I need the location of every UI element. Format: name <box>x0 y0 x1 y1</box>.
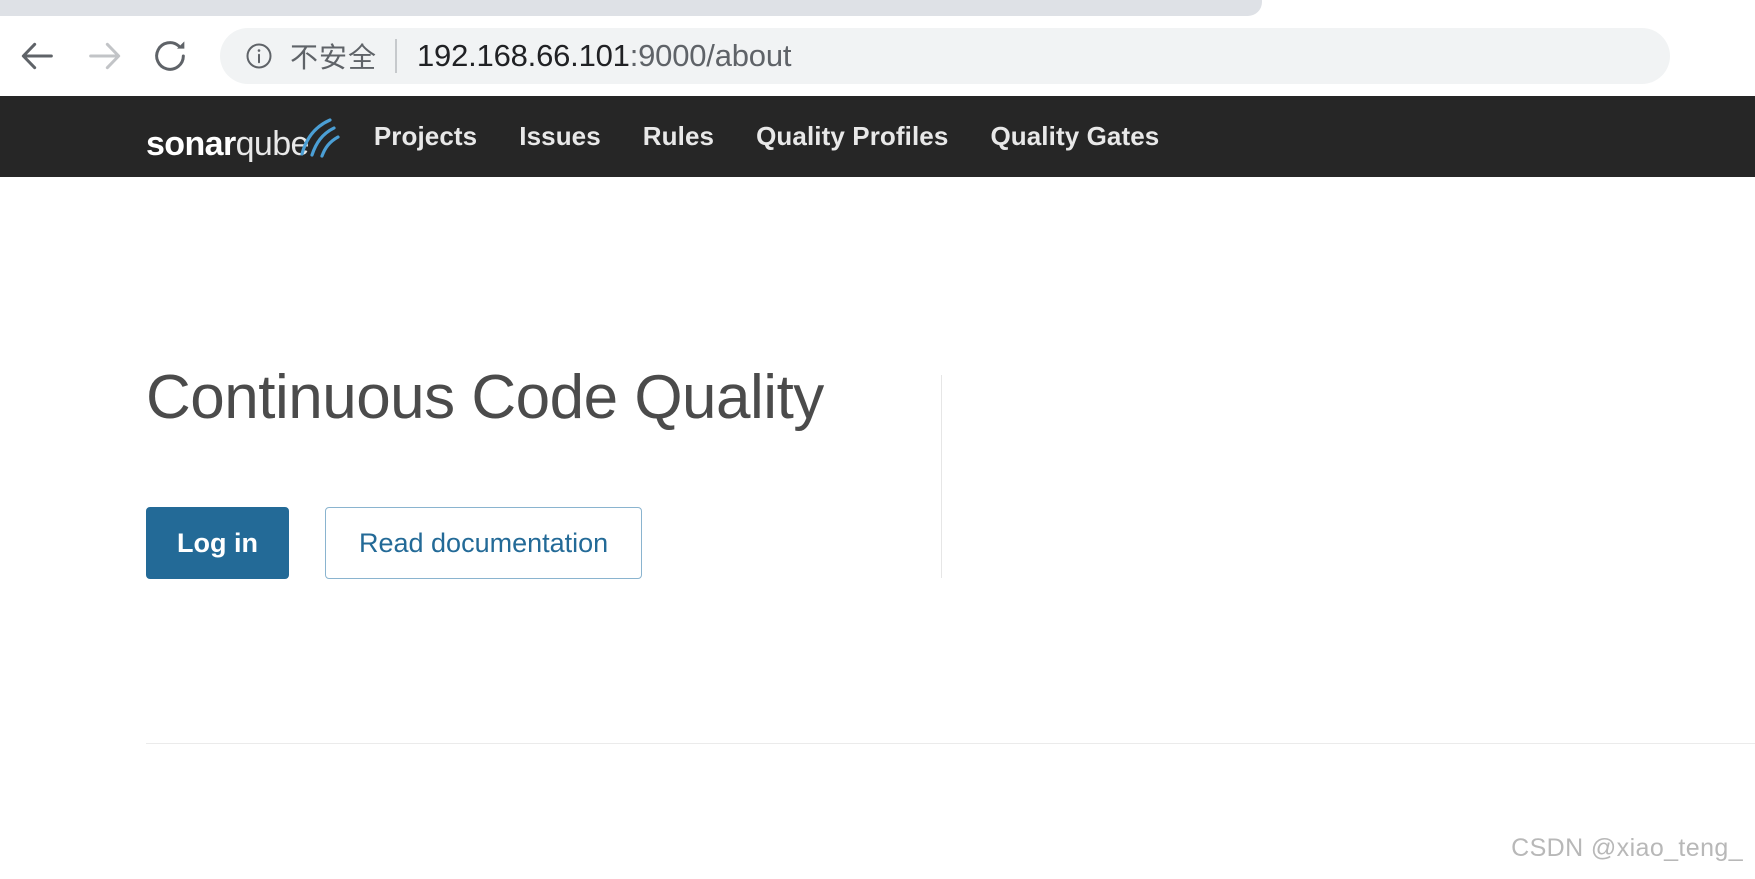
url-host: 192.168.66.101 <box>417 38 630 73</box>
hero-action-buttons: Log in Read documentation <box>146 507 643 579</box>
logo-word-sonar: sonar <box>146 124 236 163</box>
watermark-text: CSDN @xiao_teng_ <box>1511 834 1743 862</box>
nav-item-issues[interactable]: Issues <box>498 121 622 152</box>
section-divider <box>146 743 1755 744</box>
sonar-wave-icon <box>296 113 344 159</box>
nav-item-rules[interactable]: Rules <box>622 121 735 152</box>
browser-chrome: 不安全 192.168.66.101:9000/about <box>0 0 1755 96</box>
page-title: Continuous Code Quality <box>146 363 824 432</box>
address-bar[interactable]: 不安全 192.168.66.101:9000/about <box>220 28 1670 84</box>
nav-item-quality-gates[interactable]: Quality Gates <box>969 121 1180 152</box>
sonarqube-main-menu: Projects Issues Rules Quality Profiles Q… <box>353 121 1181 152</box>
nav-item-label: Quality Gates <box>990 121 1160 151</box>
forward-arrow-icon <box>84 36 124 76</box>
nav-item-label: Rules <box>642 121 715 151</box>
read-documentation-button[interactable]: Read documentation <box>324 507 643 579</box>
hero-vertical-divider <box>941 375 942 578</box>
sonarqube-navbar: sonarqube Projects Issues Rules Quality … <box>0 96 1755 177</box>
reload-button[interactable] <box>142 28 198 84</box>
sonarqube-logo[interactable]: sonarqube <box>146 113 340 161</box>
security-status-label: 不安全 <box>290 42 378 73</box>
login-button[interactable]: Log in <box>146 507 289 579</box>
forward-button[interactable] <box>76 28 132 84</box>
nav-item-quality-profiles[interactable]: Quality Profiles <box>735 121 969 152</box>
nav-item-label: Issues <box>519 121 601 151</box>
info-circle-icon[interactable] <box>244 41 274 71</box>
reload-icon <box>150 36 190 76</box>
url-path: :9000/about <box>629 38 792 73</box>
sonarqube-logo-text: sonarqube <box>146 127 309 161</box>
url-text: 192.168.66.101:9000/about <box>417 38 791 74</box>
login-button-label: Log in <box>177 528 258 558</box>
browser-toolbar: 不安全 192.168.66.101:9000/about <box>0 16 1755 96</box>
back-button[interactable] <box>10 28 66 84</box>
about-page: Continuous Code Quality Log in Read docu… <box>0 177 1755 879</box>
nav-item-label: Quality Profiles <box>756 121 949 151</box>
nav-item-projects[interactable]: Projects <box>353 121 498 152</box>
omnibox-separator <box>395 39 398 73</box>
nav-item-label: Projects <box>373 121 478 151</box>
read-documentation-label: Read documentation <box>358 528 609 558</box>
browser-tab-strip[interactable] <box>0 0 1262 16</box>
back-arrow-icon <box>18 36 58 76</box>
